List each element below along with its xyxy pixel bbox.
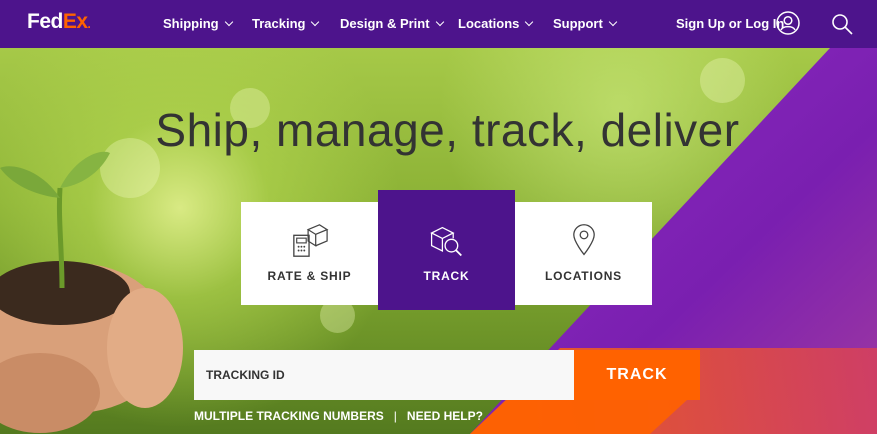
search-icon[interactable] xyxy=(830,12,854,36)
rate-ship-icon xyxy=(293,224,329,257)
tab-locations[interactable]: LOCATIONS xyxy=(515,202,652,305)
logo-ex: Ex xyxy=(62,10,88,33)
tab-rate-ship-label: RATE & SHIP xyxy=(267,269,352,283)
chevron-down-icon xyxy=(435,17,444,26)
chevron-down-icon xyxy=(224,17,233,26)
tab-track-label: TRACK xyxy=(423,269,470,283)
nav-tracking-label: Tracking xyxy=(252,16,306,31)
location-pin-icon xyxy=(573,224,595,256)
logo-dot: . xyxy=(87,17,91,31)
chevron-down-icon xyxy=(525,17,534,26)
user-account-icon[interactable] xyxy=(776,11,800,35)
chevron-down-icon xyxy=(311,17,320,26)
nav-design-print-label: Design & Print xyxy=(340,16,430,31)
tab-track[interactable]: TRACK xyxy=(378,190,515,310)
top-nav: FedEx. Shipping Tracking Design & Print … xyxy=(0,0,877,48)
tracking-links: MULTIPLE TRACKING NUMBERS | NEED HELP? xyxy=(194,409,483,423)
need-help-link[interactable]: NEED HELP? xyxy=(407,409,483,423)
link-separator: | xyxy=(393,409,397,423)
track-package-icon xyxy=(430,226,462,257)
nav-tracking[interactable]: Tracking xyxy=(252,16,320,31)
nav-design-print[interactable]: Design & Print xyxy=(340,16,444,31)
fedex-logo[interactable]: FedEx. xyxy=(27,10,91,34)
sign-up-log-in-link[interactable]: Sign Up or Log In xyxy=(676,16,784,31)
chevron-down-icon xyxy=(608,17,618,26)
hero-headline: Ship, manage, track, deliver xyxy=(155,104,740,156)
nav-locations[interactable]: Locations xyxy=(458,16,534,31)
nav-support[interactable]: Support xyxy=(553,16,618,31)
hero-banner: Ship, manage, track, deliver RATE & SHIP… xyxy=(0,48,877,434)
tab-locations-label: LOCATIONS xyxy=(545,269,622,283)
nav-shipping[interactable]: Shipping xyxy=(163,16,233,31)
nav-support-label: Support xyxy=(553,16,603,31)
multiple-tracking-numbers-link[interactable]: MULTIPLE TRACKING NUMBERS xyxy=(194,409,384,423)
tracking-id-input[interactable] xyxy=(194,350,574,400)
nav-shipping-label: Shipping xyxy=(163,16,219,31)
logo-fed: Fed xyxy=(27,10,63,33)
track-button[interactable]: TRACK xyxy=(574,350,700,400)
tab-rate-ship[interactable]: RATE & SHIP xyxy=(241,202,378,305)
nav-locations-label: Locations xyxy=(458,16,520,31)
